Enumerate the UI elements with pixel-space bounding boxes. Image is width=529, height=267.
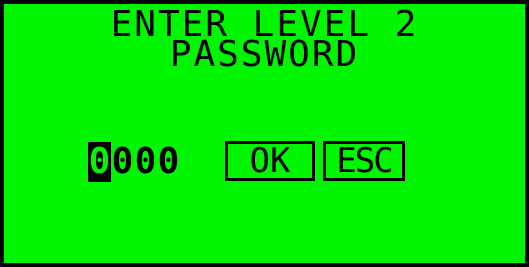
password-digit-2[interactable]: 0 [111, 142, 134, 182]
lcd-screen: ENTER LEVEL 2 PASSWORD 0000 OK ESC [0, 0, 529, 267]
esc-button[interactable]: ESC [323, 141, 405, 181]
title-line-2: PASSWORD [169, 34, 360, 75]
password-digit-3[interactable]: 0 [134, 142, 157, 182]
ok-button[interactable]: OK [225, 141, 315, 181]
password-digit-4[interactable]: 0 [157, 142, 180, 182]
dialog-title: ENTER LEVEL 2 PASSWORD [4, 7, 525, 75]
password-digits[interactable]: 0000 [88, 142, 180, 182]
password-digit-1[interactable]: 0 [88, 142, 111, 182]
